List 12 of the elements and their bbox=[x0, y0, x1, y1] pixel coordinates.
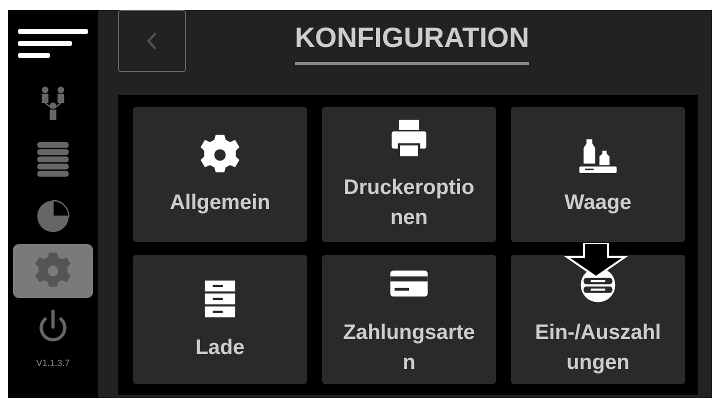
settings-tile[interactable]: Druckeroptio nen bbox=[322, 107, 496, 242]
back-button[interactable] bbox=[118, 10, 186, 72]
version-label: V1.1.3.7 bbox=[36, 358, 70, 368]
page-title: KONFIGURATION bbox=[294, 22, 530, 65]
settings-tile[interactable]: Allgemein bbox=[133, 107, 307, 242]
menu-icon[interactable] bbox=[18, 27, 88, 59]
chevron-left-icon bbox=[145, 30, 159, 52]
settings-tile[interactable]: Waage bbox=[511, 107, 685, 242]
settings-tile[interactable]: Ein-/Auszahl ungen bbox=[511, 255, 685, 384]
settings-tile[interactable]: Zahlungsarte n bbox=[322, 255, 496, 384]
settings-tile[interactable]: Lade bbox=[133, 255, 307, 384]
arrow-icon bbox=[564, 243, 628, 279]
